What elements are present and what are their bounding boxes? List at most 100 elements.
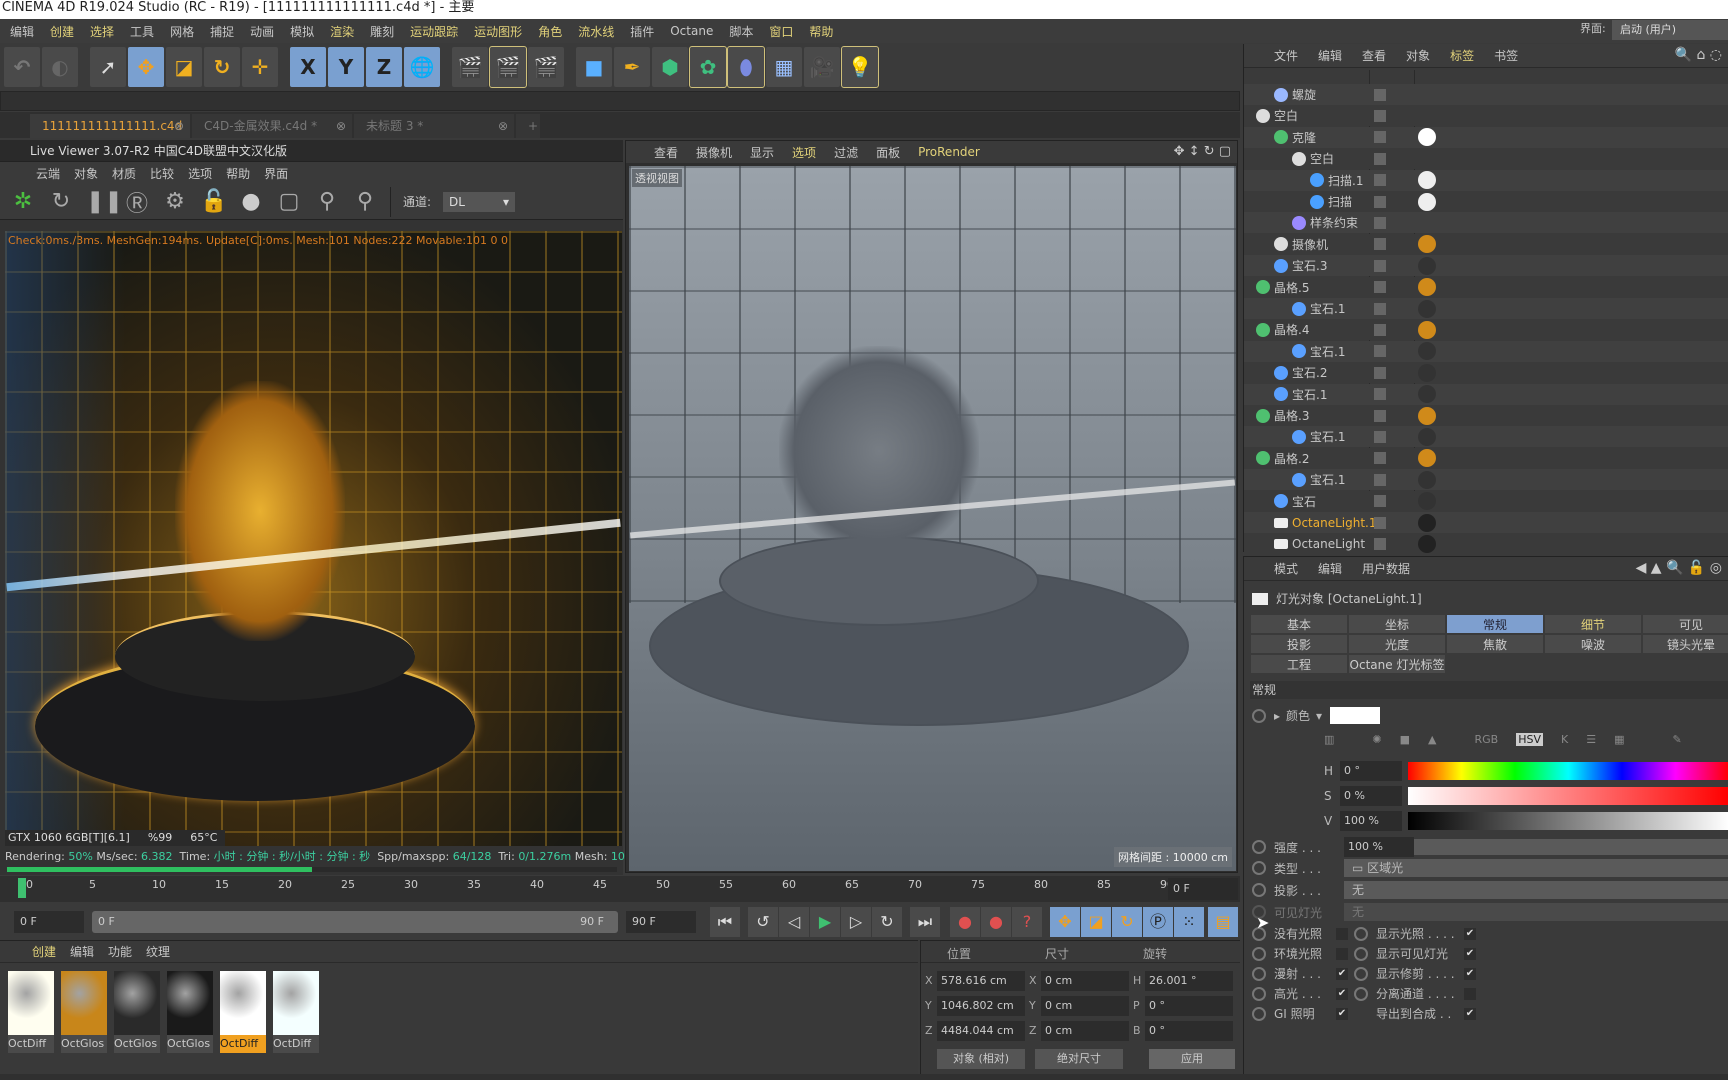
checkbox[interactable]: ✔ <box>1464 947 1476 960</box>
material-tag-icon[interactable] <box>1418 171 1436 190</box>
attribute-tab[interactable]: 投影 <box>1250 634 1348 654</box>
menu-item[interactable]: 工具 <box>130 23 154 40</box>
end-frame-field[interactable]: 90 F <box>626 911 696 933</box>
floor-icon[interactable]: ▦ <box>766 47 802 87</box>
size-z-field[interactable]: 0 cm <box>1041 1021 1129 1041</box>
menu-item[interactable]: 脚本 <box>729 23 753 40</box>
material-tag-icon[interactable] <box>1418 192 1436 211</box>
move-icon[interactable]: ✥ <box>128 47 164 87</box>
visibility-toggle[interactable] <box>1374 152 1386 165</box>
object-row[interactable]: 克隆 <box>1244 126 1728 148</box>
visibility-toggle[interactable] <box>1374 366 1386 379</box>
object-row[interactable]: 空白 <box>1244 105 1728 127</box>
material-swatch[interactable]: OctDiff <box>8 971 54 1053</box>
pause-icon[interactable]: ❚❚ <box>86 189 123 214</box>
pin-f-icon[interactable]: ⚲ <box>314 189 340 214</box>
attribute-tab[interactable]: 噪波 <box>1544 634 1642 654</box>
attribute-tab[interactable]: 坐标 <box>1348 614 1446 634</box>
attribute-tab[interactable]: 可见 <box>1642 614 1728 634</box>
prev-frame-icon[interactable]: ◁ <box>779 907 809 937</box>
menu-item[interactable]: 捕捉 <box>210 23 234 40</box>
object-row[interactable]: 摄像机 <box>1244 233 1728 255</box>
object-menu-item[interactable]: 文件 <box>1274 47 1298 64</box>
visibility-toggle[interactable] <box>1374 516 1386 529</box>
object-menu-item[interactable]: 编辑 <box>1318 47 1342 64</box>
close-icon[interactable]: ⊗ <box>336 114 346 138</box>
image-icon[interactable]: ▲ <box>1428 733 1436 746</box>
key-pla-icon[interactable]: ⁙ <box>1174 907 1204 937</box>
object-row[interactable]: 宝石.1 <box>1244 340 1728 362</box>
rot-h-field[interactable]: 26.001 ° <box>1145 971 1233 991</box>
cube-icon[interactable]: ■ <box>576 47 612 87</box>
shadow-dropdown[interactable]: 无 <box>1344 881 1728 899</box>
visibility-toggle[interactable] <box>1374 216 1386 229</box>
timeline-window-icon[interactable]: ▤ <box>1208 907 1238 937</box>
material-tag-icon[interactable] <box>1418 492 1436 511</box>
object-row[interactable]: 宝石.1 <box>1244 298 1728 319</box>
menu-item[interactable]: 编辑 <box>10 23 34 40</box>
object-row[interactable]: 晶格.4 <box>1244 319 1728 341</box>
attribute-tab[interactable]: Octane 灯光标签 <box>1348 654 1446 674</box>
close-icon[interactable]: ⊗ <box>498 114 508 138</box>
object-row[interactable]: OctaneLight <box>1244 533 1728 555</box>
checkbox[interactable] <box>1336 947 1348 960</box>
apply-button[interactable]: 应用 <box>1149 1049 1235 1069</box>
object-row[interactable]: 宝石.2 <box>1244 362 1728 384</box>
key-param-icon[interactable]: Ⓟ <box>1143 907 1173 937</box>
saturation-slider[interactable] <box>1408 787 1728 805</box>
doc-tab[interactable]: 未标题 3 * ⊗ <box>354 114 514 138</box>
material-tag-icon[interactable] <box>1418 235 1436 254</box>
material-swatch[interactable]: OctGlos <box>114 971 160 1053</box>
visibility-toggle[interactable] <box>1374 238 1386 251</box>
checkbox[interactable]: ✔ <box>1336 987 1348 1000</box>
region-render-icon[interactable]: Ⓡ <box>124 186 150 218</box>
pin-m-icon[interactable]: ⚲ <box>352 189 378 214</box>
material-swatch[interactable]: OctDiff <box>273 971 319 1053</box>
value-field[interactable]: 100 % <box>1340 811 1402 831</box>
channel-dropdown[interactable]: DL <box>443 191 516 212</box>
viewport-menu-item[interactable]: 过滤 <box>834 144 858 161</box>
viewport-nav-icons[interactable]: ✥ ↕ ↻ ▢ <box>1174 144 1231 159</box>
attribute-tab[interactable]: 基本 <box>1250 614 1348 634</box>
visibility-toggle[interactable] <box>1374 323 1386 336</box>
visibility-toggle[interactable] <box>1374 259 1386 272</box>
go-to-start-icon[interactable]: ⏮ <box>710 907 740 937</box>
checkbox[interactable]: ✔ <box>1336 1007 1348 1020</box>
object-row[interactable]: 扫描.1 <box>1244 169 1728 191</box>
interface-dropdown[interactable]: 启动 (用户) <box>1612 20 1728 40</box>
object-row[interactable]: OctaneLight.1 <box>1244 512 1728 533</box>
select-arrow-icon[interactable]: ➚ <box>90 47 126 87</box>
object-row[interactable]: 样条约束 <box>1244 212 1728 234</box>
menu-item[interactable]: 模拟 <box>290 23 314 40</box>
timeline[interactable]: 0 5 10 15 20 25 30 35 40 45 50 55 60 65 70 75 80 85 90 <box>0 876 1240 902</box>
live-select-icon[interactable]: ✛ <box>242 47 278 87</box>
render-output[interactable]: Check:0ms./3ms. MeshGen:194ms. Update[C]… <box>5 231 622 846</box>
material-tag-icon[interactable] <box>1418 449 1436 468</box>
menu-item[interactable]: 流水线 <box>578 23 614 40</box>
menu-item[interactable]: 角色 <box>538 23 562 40</box>
undo-icon[interactable]: ↶ <box>4 47 40 87</box>
visibility-toggle[interactable] <box>1374 174 1386 187</box>
saturation-field[interactable]: 0 % <box>1340 786 1402 806</box>
material-menu-item[interactable]: 功能 <box>108 943 132 960</box>
go-to-end-icon[interactable]: ⏭ <box>910 907 940 937</box>
pos-z-field[interactable]: 4484.044 cm <box>937 1021 1025 1041</box>
render-settings-icon[interactable]: 🎬 <box>528 47 564 87</box>
pos-y-field[interactable]: 1046.802 cm <box>937 996 1025 1016</box>
object-row[interactable]: 宝石.1 <box>1244 426 1728 448</box>
world-coord-icon[interactable]: 🌐 <box>404 47 440 87</box>
lock-icon[interactable]: 🔓 <box>200 189 227 214</box>
y-axis-icon[interactable]: Y <box>328 47 364 87</box>
live-viewer-menu-item[interactable]: 选项 <box>188 165 212 182</box>
viewport-menu-item[interactable]: 查看 <box>654 144 678 161</box>
menu-item[interactable]: 帮助 <box>809 23 833 40</box>
material-tag-icon[interactable] <box>1418 427 1436 446</box>
attribute-tab[interactable]: 镜头光晕 <box>1642 634 1728 654</box>
restart-icon[interactable]: ↻ <box>48 189 74 214</box>
pos-x-field[interactable]: 578.616 cm <box>937 971 1025 991</box>
live-viewer-menu-item[interactable]: 界面 <box>264 165 288 182</box>
key-rotate-icon[interactable]: ↻ <box>1112 907 1142 937</box>
color-wheel-icon[interactable]: ✺ <box>1372 733 1381 746</box>
attribute-menu-item[interactable]: 模式 <box>1274 560 1298 577</box>
viewport-menu-item[interactable]: 选项 <box>792 144 816 161</box>
